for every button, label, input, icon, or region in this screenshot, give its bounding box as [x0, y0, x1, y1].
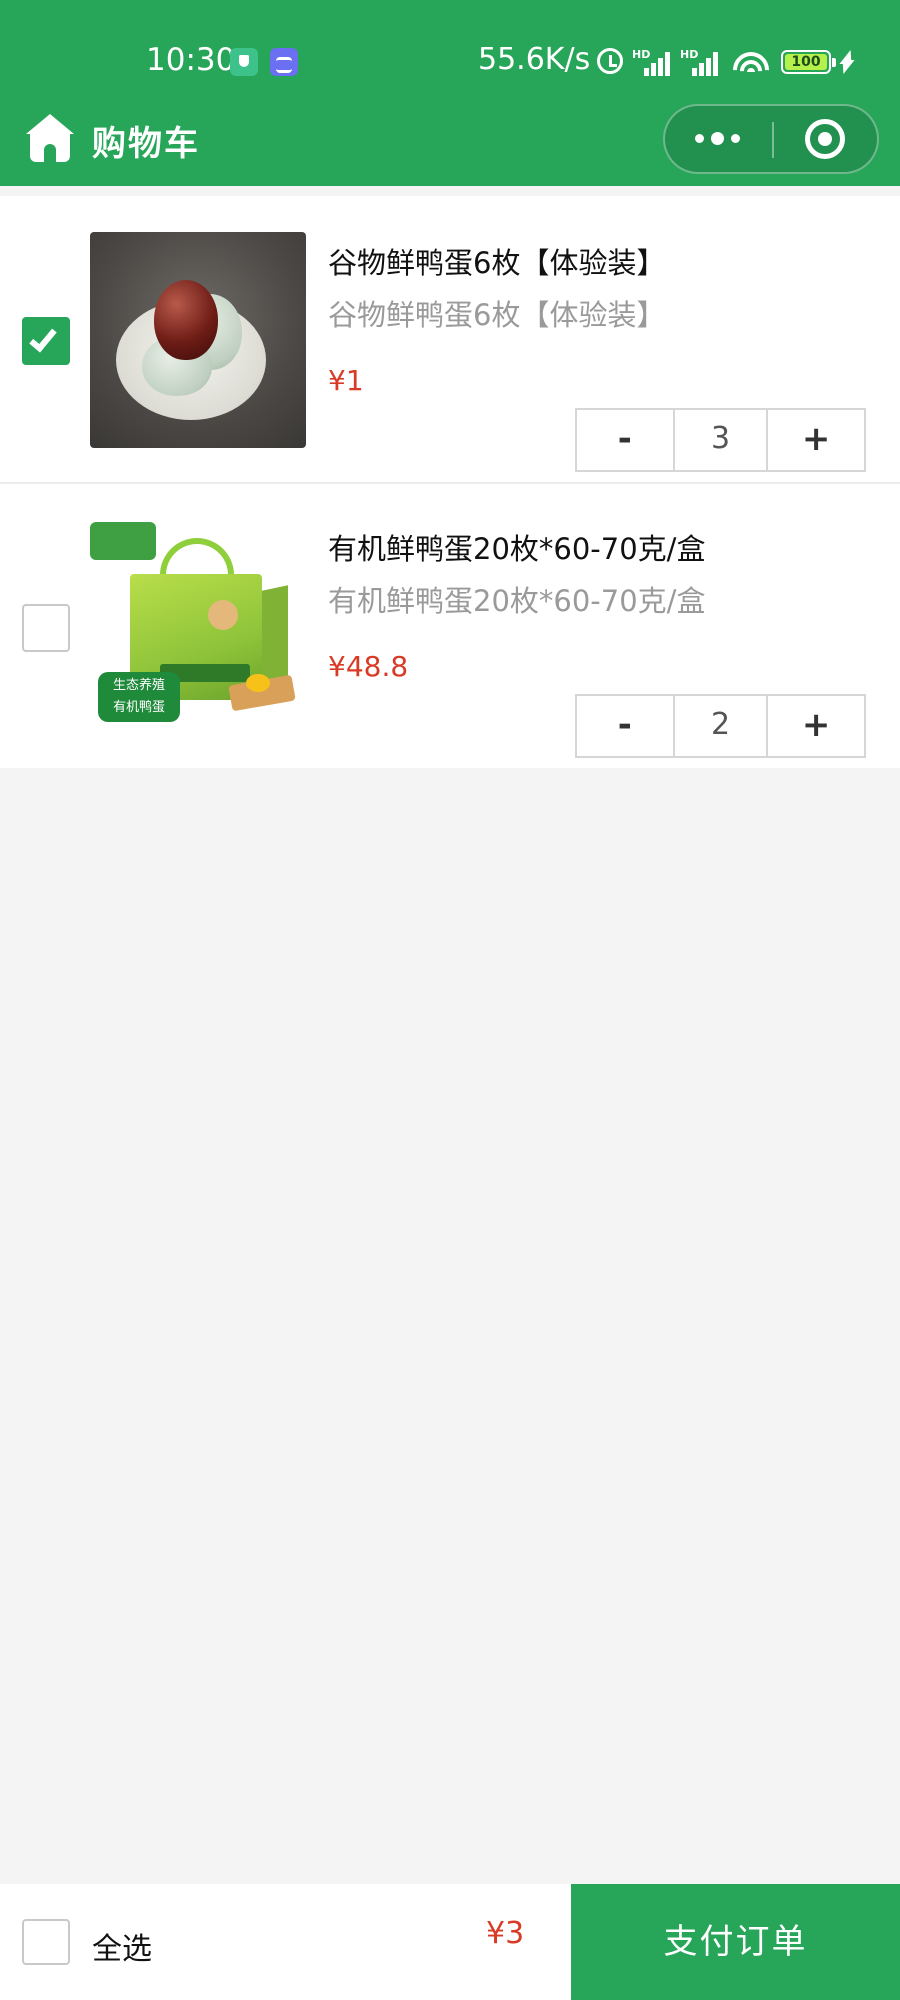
product-description: 有机鲜鸭蛋20枚*60-70克/盒: [328, 584, 706, 618]
product-image[interactable]: [90, 232, 306, 448]
cart-item: 生态养殖 有机鸭蛋 有机鲜鸭蛋20枚*60-70克/盒 有机鲜鸭蛋20枚*60-…: [0, 482, 900, 768]
miniprogram-close-icon[interactable]: [774, 106, 879, 172]
checkmark-icon: [29, 323, 57, 353]
battery-icon: 100: [781, 50, 836, 74]
item-checkbox[interactable]: [22, 604, 70, 652]
more-dots-icon[interactable]: [665, 106, 771, 172]
pay-order-button[interactable]: 支付订单: [571, 1884, 900, 2000]
miniprogram-capsule: [663, 104, 879, 174]
increase-quantity-button[interactable]: +: [768, 696, 864, 756]
product-description: 谷物鲜鸭蛋6枚【体验装】: [328, 298, 666, 332]
decrease-quantity-button[interactable]: -: [577, 696, 673, 756]
network-speed: 55.6K/s: [478, 42, 591, 77]
checkout-bar: 全选 ¥3 支付订单: [0, 1884, 900, 2000]
product-price: ¥48.8: [328, 650, 409, 683]
wifi-icon: [732, 48, 770, 78]
bird-app-icon: [270, 48, 298, 76]
select-all-checkbox[interactable]: [22, 1919, 70, 1965]
total-price: ¥3: [486, 1916, 525, 1951]
charging-icon: [840, 50, 854, 74]
image-badge-line: 生态养殖: [112, 678, 165, 693]
quantity-stepper: - 2 +: [575, 694, 866, 758]
cell-signal-icon: HD: [680, 48, 720, 76]
home-icon[interactable]: [26, 114, 74, 162]
product-name[interactable]: 谷物鲜鸭蛋6枚【体验装】: [328, 240, 665, 282]
shield-app-icon: [230, 48, 258, 76]
alarm-icon: [597, 48, 623, 74]
signal-hd-label: HD: [680, 48, 699, 61]
cell-signal-icon: HD: [632, 48, 672, 76]
signal-hd-label: HD: [632, 48, 651, 61]
page-title: 购物车: [92, 124, 200, 164]
quantity-stepper: - 3 +: [575, 408, 866, 472]
select-all-label[interactable]: 全选: [92, 1924, 152, 1968]
image-badge-line: 有机鸭蛋: [112, 700, 165, 715]
quantity-value[interactable]: 3: [672, 410, 769, 470]
cart-list: 谷物鲜鸭蛋6枚【体验装】 谷物鲜鸭蛋6枚【体验装】 ¥1 - 3 + 生态养殖: [0, 196, 900, 768]
product-name[interactable]: 有机鲜鸭蛋20枚*60-70克/盒: [328, 526, 705, 568]
product-image[interactable]: 生态养殖 有机鸭蛋: [90, 518, 306, 734]
header: 10:30 55.6K/s HD HD 100 购物车: [0, 0, 900, 186]
item-checkbox-checked[interactable]: [22, 317, 70, 365]
product-price: ¥1: [328, 364, 364, 397]
quantity-value[interactable]: 2: [672, 696, 769, 756]
status-time: 10:30: [146, 42, 236, 78]
battery-level: 100: [785, 54, 827, 70]
decrease-quantity-button[interactable]: -: [577, 410, 673, 470]
image-badge: 生态养殖 有机鸭蛋: [98, 672, 180, 722]
increase-quantity-button[interactable]: +: [768, 410, 864, 470]
cart-item: 谷物鲜鸭蛋6枚【体验装】 谷物鲜鸭蛋6枚【体验装】 ¥1 - 3 +: [0, 196, 900, 482]
